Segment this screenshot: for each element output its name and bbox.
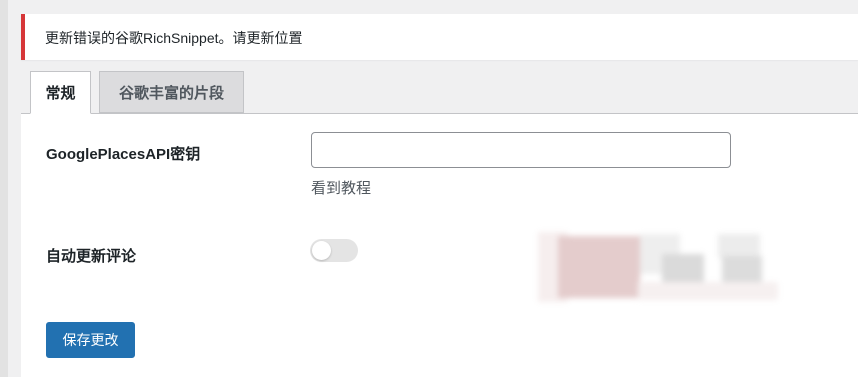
auto-update-reviews-toggle[interactable] [310, 239, 358, 262]
api-key-input[interactable] [311, 132, 731, 168]
tab-google-rich-snippets[interactable]: 谷歌丰富的片段 [99, 71, 244, 113]
admin-sidebar-edge [0, 0, 8, 377]
tab-general[interactable]: 常规 [30, 71, 91, 114]
settings-tabs: 常规 谷歌丰富的片段 [21, 60, 858, 114]
api-key-label: GooglePlacesAPI密钥 [46, 146, 201, 163]
toggle-knob [312, 241, 331, 260]
settings-panel: GooglePlacesAPI密钥 看到教程 自动更新评论 保存更改 [21, 114, 858, 377]
auto-update-reviews-label: 自动更新评论 [46, 248, 137, 265]
blurred-region [538, 232, 782, 302]
tutorial-link[interactable]: 看到教程 [311, 177, 371, 198]
notice-text: 更新错误的谷歌RichSnippet。请更新位置 [45, 30, 303, 46]
save-changes-button[interactable]: 保存更改 [46, 322, 135, 358]
error-notice: 更新错误的谷歌RichSnippet。请更新位置 [21, 14, 858, 60]
